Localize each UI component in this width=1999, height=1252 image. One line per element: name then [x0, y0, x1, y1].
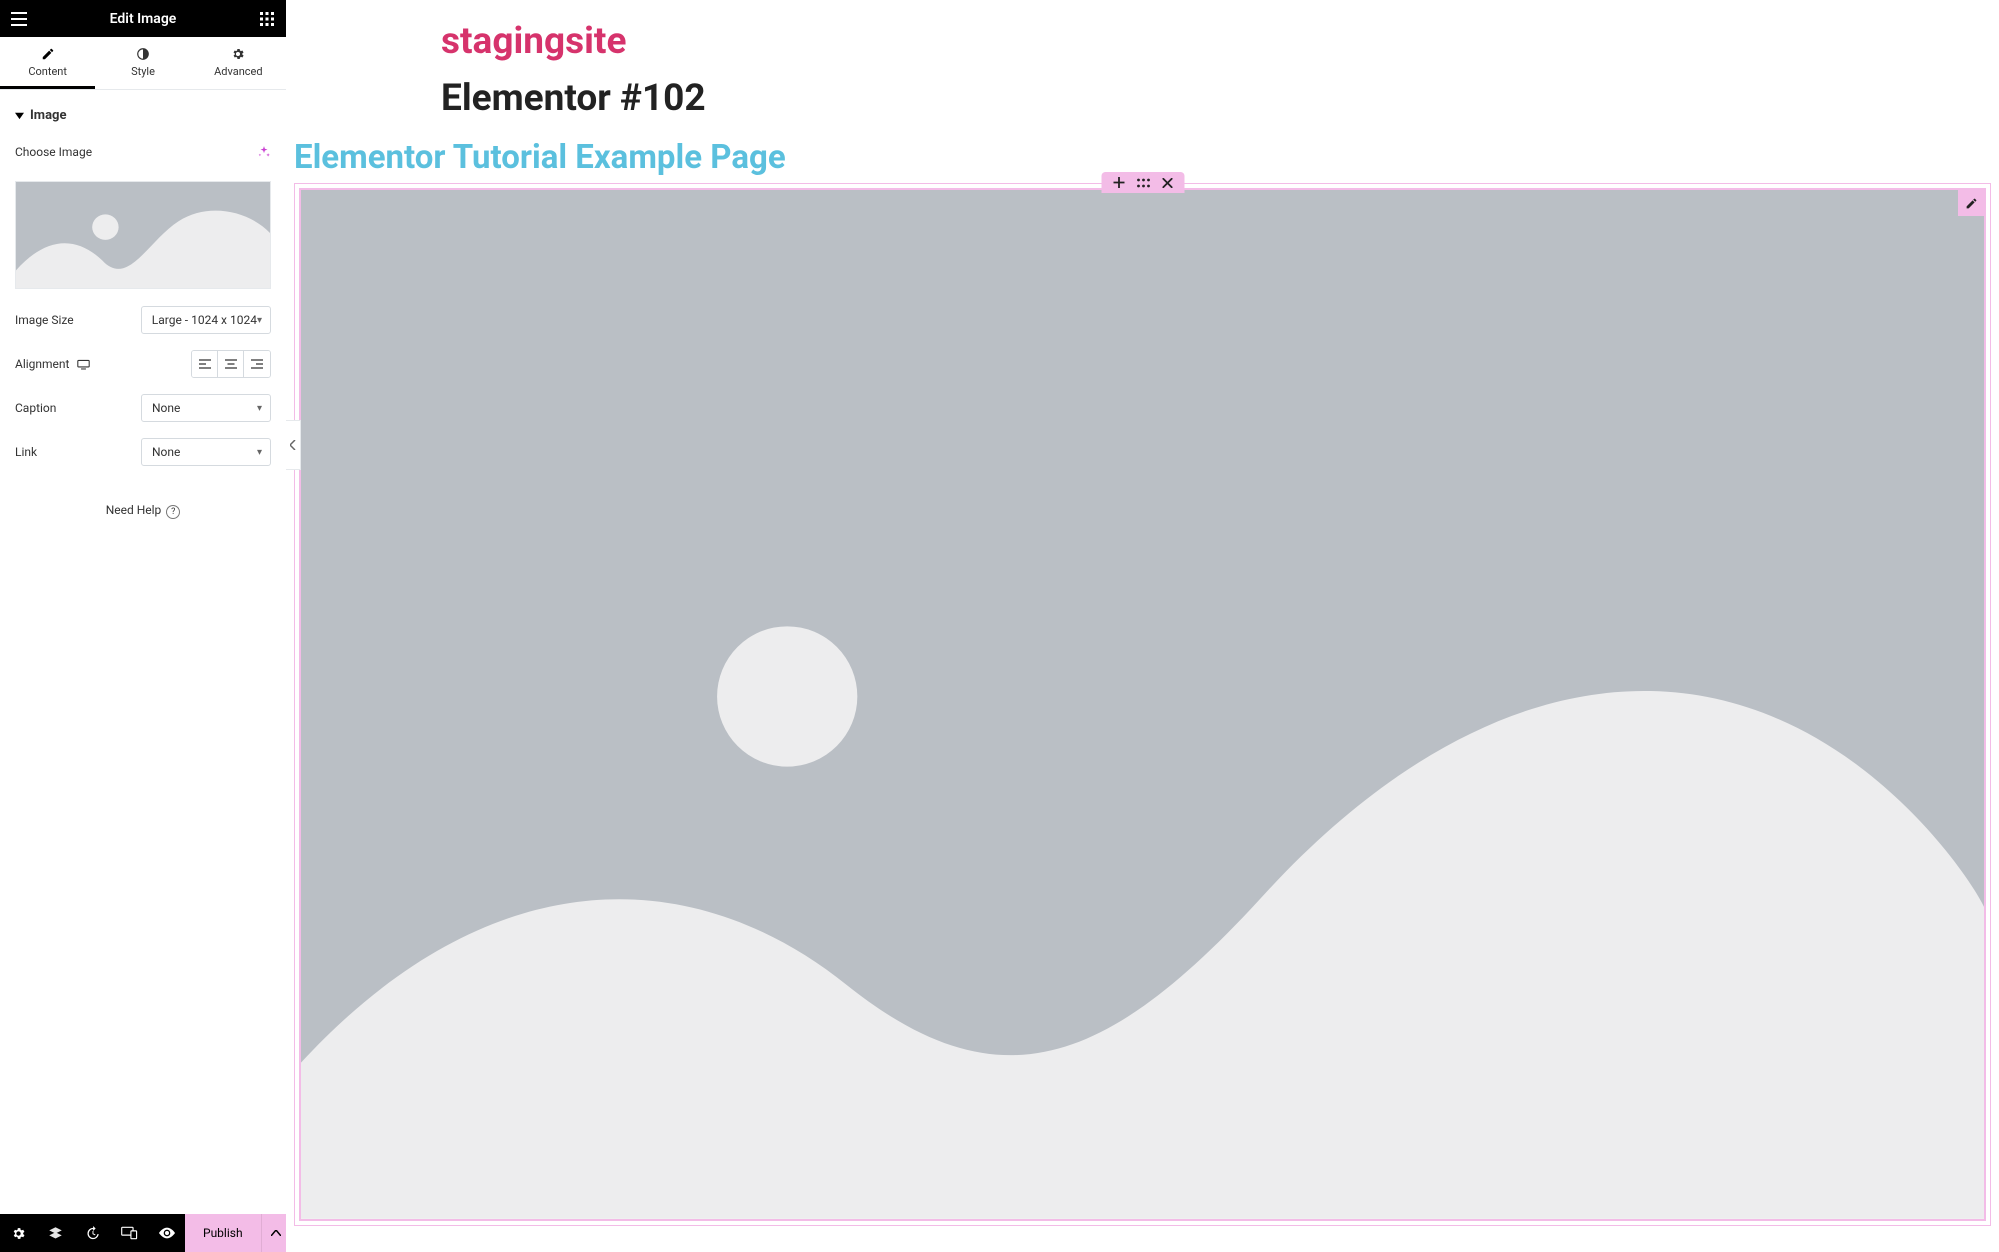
- sidebar-title: Edit Image: [28, 11, 258, 27]
- image-widget[interactable]: [299, 188, 1986, 1221]
- link-value: None: [152, 445, 180, 459]
- image-preview[interactable]: [15, 181, 271, 289]
- editor-sidebar: Edit Image Content Style Advanced Image …: [0, 0, 286, 1252]
- edit-widget-button[interactable]: [1958, 190, 1984, 216]
- need-help-link[interactable]: Need Help?: [0, 481, 286, 541]
- delete-section-button[interactable]: [1162, 178, 1172, 188]
- help-icon: ?: [166, 505, 180, 519]
- add-section-button[interactable]: [1113, 177, 1124, 188]
- ai-sparkle-icon[interactable]: [257, 145, 271, 159]
- caption-label: Caption: [15, 401, 56, 415]
- link-select[interactable]: None ▾: [141, 438, 271, 466]
- choose-image-label: Choose Image: [15, 145, 92, 159]
- chevron-down-icon: ▾: [257, 315, 262, 326]
- section-controls-tab: [1101, 172, 1184, 193]
- settings-icon[interactable]: [0, 1214, 37, 1252]
- tab-advanced-label: Advanced: [214, 65, 262, 78]
- caption-value: None: [152, 401, 180, 415]
- chevron-down-icon: ▾: [257, 447, 262, 458]
- alignment-label: Alignment: [15, 357, 90, 371]
- tab-advanced[interactable]: Advanced: [191, 37, 286, 89]
- link-label: Link: [15, 445, 37, 459]
- align-left-button[interactable]: [192, 351, 218, 377]
- sidebar-header: Edit Image: [0, 0, 286, 37]
- editor-canvas: stagingsite Elementor #102 Elementor Tut…: [286, 0, 1999, 1252]
- tab-style[interactable]: Style: [95, 37, 190, 89]
- navigator-icon[interactable]: [37, 1214, 74, 1252]
- placeholder-image: [301, 190, 1984, 1219]
- widgets-grid-icon[interactable]: [258, 10, 276, 28]
- tab-content[interactable]: Content: [0, 37, 95, 89]
- tab-content-label: Content: [28, 65, 67, 78]
- image-size-select[interactable]: Large - 1024 x 1024 ▾: [141, 306, 271, 334]
- page-title: Elementor #102: [441, 77, 1999, 120]
- section-image-label: Image: [30, 108, 66, 123]
- image-size-value: Large - 1024 x 1024: [152, 313, 257, 327]
- section-container[interactable]: [294, 183, 1991, 1226]
- caption-select[interactable]: None ▾: [141, 394, 271, 422]
- preview-icon[interactable]: [148, 1214, 185, 1252]
- responsive-mode-icon[interactable]: [111, 1214, 148, 1252]
- menu-icon[interactable]: [10, 10, 28, 28]
- site-title[interactable]: stagingsite: [441, 20, 1999, 63]
- publish-button[interactable]: Publish: [185, 1214, 261, 1252]
- alignment-group: [191, 350, 271, 378]
- image-size-label: Image Size: [15, 313, 74, 327]
- collapse-sidebar-button[interactable]: [286, 420, 301, 470]
- editor-tabs: Content Style Advanced: [0, 37, 286, 90]
- drag-section-handle[interactable]: [1136, 178, 1150, 188]
- responsive-desktop-icon[interactable]: [77, 359, 90, 370]
- tab-style-label: Style: [131, 65, 155, 78]
- section-image-toggle[interactable]: Image: [0, 90, 286, 137]
- controls-panel: Image Choose Image Image Size Large -: [0, 90, 286, 1214]
- chevron-down-icon: ▾: [257, 403, 262, 414]
- align-right-button[interactable]: [244, 351, 270, 377]
- sidebar-footer: Publish: [0, 1214, 286, 1252]
- align-center-button[interactable]: [218, 351, 244, 377]
- history-icon[interactable]: [74, 1214, 111, 1252]
- section-wrapper: [294, 183, 1991, 1226]
